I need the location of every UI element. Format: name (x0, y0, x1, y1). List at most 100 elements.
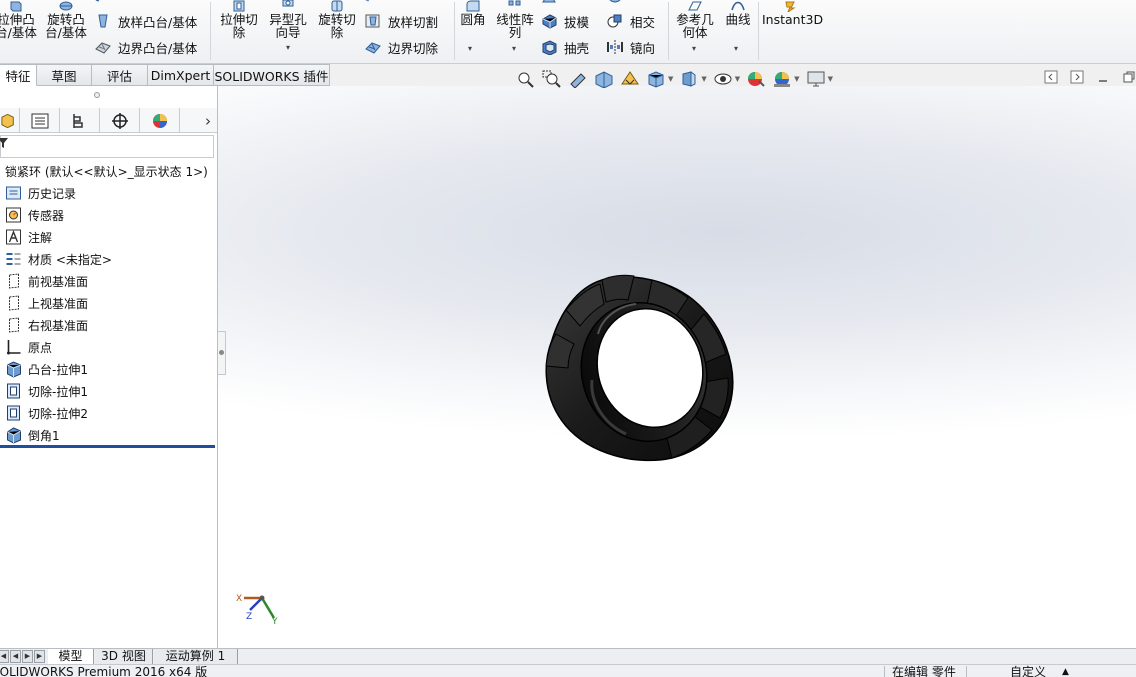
feature-tree-item[interactable]: 切除-拉伸2 (4, 402, 88, 424)
part-root-node[interactable]: 锁紧环 (默认<<默认>_显示状态 1>) (5, 163, 208, 180)
view-orientation-dropdown-icon[interactable]: ▼ (668, 75, 673, 83)
curves-dropdown-icon[interactable]: ▾ (734, 44, 738, 53)
hide-show-dropdown-icon[interactable]: ▼ (735, 75, 740, 83)
view-settings-dropdown-icon[interactable]: ▼ (828, 75, 833, 83)
tab-solidworks-addins[interactable]: SOLIDWORKS 插件 (214, 64, 330, 86)
swept-cut-button[interactable] (364, 0, 388, 8)
edit-appearance-icon[interactable] (746, 70, 766, 88)
wrap-icon (609, 0, 621, 3)
feature-tree-item[interactable]: 传感器 (4, 204, 64, 226)
revolve-cut-button[interactable]: 旋转切 除 (314, 0, 360, 39)
panel-split-handle[interactable] (94, 92, 100, 98)
unit-system-selector[interactable]: 自定义 (1010, 665, 1046, 677)
feature-tree-item[interactable]: 倒角1 (4, 424, 60, 446)
previous-view-icon[interactable] (568, 70, 588, 88)
hide-show-items-icon[interactable] (713, 70, 733, 88)
tab-dimxpert-manager[interactable] (100, 108, 140, 133)
tab-property-manager[interactable] (20, 108, 60, 133)
fillet-button[interactable]: 圆角 (456, 0, 490, 26)
split-left-icon[interactable] (1044, 70, 1058, 84)
locking-ring-model[interactable] (532, 270, 736, 466)
section-view-icon[interactable] (594, 70, 614, 88)
feature-tree-item-label: 切除-拉伸1 (28, 384, 88, 399)
feature-tree-item[interactable]: 原点 (4, 336, 52, 358)
mirror-button[interactable]: 镜向 (606, 36, 655, 58)
apply-scene-dropdown-icon[interactable]: ▼ (794, 75, 799, 83)
unit-system-dropdown-icon[interactable]: ▲ (1062, 665, 1069, 677)
scroll-next-icon[interactable]: ▶ (22, 650, 33, 663)
loft-boss-button[interactable]: 放样凸台/基体 (94, 10, 197, 32)
dynamic-annotation-icon[interactable] (620, 70, 640, 88)
feature-tree-item[interactable]: 切除-拉伸1 (4, 380, 88, 402)
z-axis-label: Z (246, 612, 252, 622)
display-style-dropdown-icon[interactable]: ▼ (701, 75, 706, 83)
linear-pattern-button[interactable]: 线性阵 列 (492, 0, 538, 39)
tab-evaluate[interactable]: 评估 (92, 64, 148, 86)
revolve-boss-button[interactable]: 旋转凸 台/基体 (42, 0, 90, 39)
annotation-icon (6, 229, 21, 245)
hole-wizard-button[interactable]: 异型孔 向导 ▾ (264, 0, 312, 54)
linear-pattern-label: 线性阵 列 (496, 12, 534, 40)
wrap-button[interactable] (606, 0, 630, 8)
split-right-icon[interactable] (1070, 70, 1084, 84)
minimize-icon[interactable] (1096, 70, 1110, 84)
tab-motion-study[interactable]: 运动算例 1 (154, 649, 238, 664)
display-style-icon[interactable] (679, 70, 699, 88)
panel-collapse-handle[interactable] (218, 331, 226, 375)
rollback-bar[interactable] (0, 445, 215, 448)
zoom-to-area-icon[interactable] (542, 70, 562, 88)
feature-tree-item-label: 传感器 (28, 208, 65, 223)
shell-button[interactable]: 抽壳 (540, 36, 589, 58)
reference-geometry-button[interactable]: 参考几 何体 (672, 0, 718, 39)
hole-wizard-icon (282, 0, 294, 7)
feature-tree-item[interactable]: 右视基准面 (4, 314, 88, 336)
scroll-first-icon[interactable]: ◀ (0, 650, 9, 663)
tab-features[interactable]: 特征 (0, 64, 37, 86)
tab-dimxpert[interactable]: DimXpert (148, 64, 214, 86)
tab-configuration-manager[interactable] (60, 108, 100, 133)
tab-display-manager[interactable] (140, 108, 180, 133)
rib-button[interactable] (540, 0, 564, 8)
swept-boss-button[interactable] (94, 0, 118, 8)
swept-cut-icon (365, 0, 370, 2)
boundary-cut-button[interactable]: 边界切除 (364, 36, 438, 58)
feature-tree-filter[interactable] (0, 135, 214, 158)
zoom-to-fit-icon[interactable] (516, 70, 536, 88)
loft-cut-button[interactable]: 放样切割 (364, 10, 438, 32)
reference-geometry-dropdown-icon[interactable]: ▾ (692, 44, 696, 53)
feature-tree-item[interactable]: 注解 (4, 226, 52, 248)
feature-tree-item[interactable]: 凸台-拉伸1 (4, 358, 88, 380)
extrude-boss-button[interactable]: 拉伸凸 台/基体 (0, 0, 40, 39)
tab-3d-view[interactable]: 3D 视图 (95, 649, 153, 664)
coordinate-triad[interactable]: X Y Z (228, 584, 278, 624)
tab-model[interactable]: 模型 (48, 649, 94, 664)
draft-button[interactable]: 拔模 (540, 10, 589, 32)
feature-tree-item-label: 原点 (28, 340, 53, 355)
graphics-area[interactable]: X Y Z (218, 86, 1136, 648)
fillet-dropdown-icon[interactable]: ▾ (468, 44, 472, 53)
intersect-button[interactable]: 相交 (606, 10, 655, 32)
feature-tree-item[interactable]: 历史记录 (4, 182, 76, 204)
tab-sketch[interactable]: 草图 (37, 64, 92, 86)
extrude-cut-button[interactable]: 拉伸切 除 (216, 0, 262, 39)
feature-tree-item[interactable]: 材质 <未指定> (4, 248, 112, 270)
hole-wizard-label: 异型孔 向导 (269, 12, 307, 40)
curves-button[interactable]: 曲线 (720, 0, 756, 26)
linear-pattern-dropdown-icon[interactable]: ▾ (512, 44, 516, 53)
hole-wizard-dropdown-icon[interactable]: ▾ (264, 41, 312, 54)
scroll-last-icon[interactable]: ▶ (34, 650, 45, 663)
tab-feature-tree[interactable] (0, 108, 20, 133)
boundary-boss-button[interactable]: 边界凸台/基体 (94, 36, 197, 58)
view-settings-icon[interactable] (806, 70, 826, 88)
feature-tree-item[interactable]: 前视基准面 (4, 270, 88, 292)
apply-scene-icon[interactable] (772, 70, 792, 88)
view-orientation-icon[interactable] (646, 70, 666, 88)
feature-tree-item-label: 右视基准面 (28, 318, 89, 333)
scroll-prev-icon[interactable]: ◀ (10, 650, 21, 663)
chevron-right-icon[interactable]: › (180, 108, 217, 133)
document-tab-bar: ◀ ◀ ▶ ▶ 模型 3D 视图 运动算例 1 (0, 648, 1136, 664)
restore-icon[interactable] (1122, 70, 1136, 84)
feature-tree-item[interactable]: 上视基准面 (4, 292, 88, 314)
instant3d-button[interactable]: Instant3D (762, 0, 823, 26)
chamfer-icon (7, 427, 21, 444)
